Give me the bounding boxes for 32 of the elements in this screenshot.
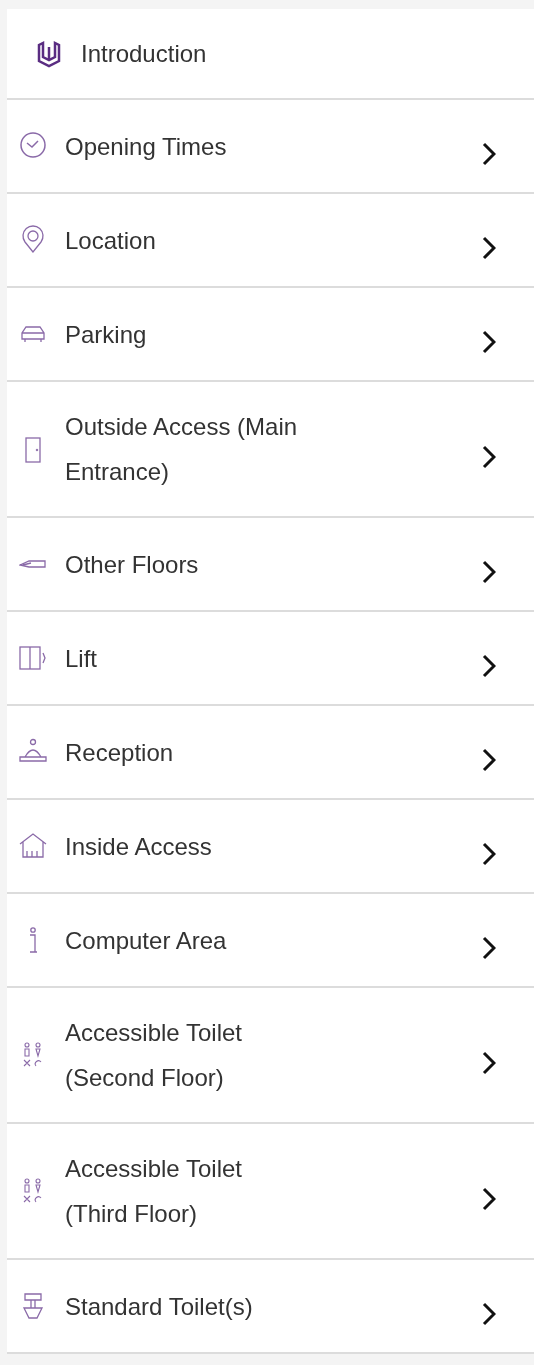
menu-item[interactable]: Location [7, 194, 534, 288]
house-icon [19, 831, 47, 861]
menu-item-label: Inside Access [65, 831, 213, 862]
menu-item[interactable]: Standard Toilet(s) [7, 1260, 534, 1354]
menu-item[interactable]: Lift [7, 612, 534, 706]
menu-item-label: Lift [65, 643, 98, 674]
menu-item-label: Standard Toilet(s) [65, 1291, 254, 1322]
book-icon [35, 38, 63, 69]
menu-item-label: Accessible Toilet (Third Floor) [65, 1154, 243, 1229]
menu-item-label: Accessible Toilet (Second Floor) [65, 1018, 243, 1093]
menu-item[interactable]: Reception [7, 706, 534, 800]
menu-item-label: Parking [65, 319, 148, 350]
menu-item-label: Outside Access (Main Entrance) [65, 412, 299, 487]
map-pin-icon [19, 225, 47, 255]
menu-item[interactable]: Other Floors [7, 518, 534, 612]
menu-item-label: Computer Area [65, 925, 228, 956]
menu-item-label: Opening Times [65, 131, 228, 162]
menu-item[interactable]: Parking [7, 288, 534, 382]
clock-icon [19, 131, 47, 161]
menu-item-label: Introduction [81, 39, 208, 69]
menu-item[interactable]: Inside Access [7, 800, 534, 894]
menu-item[interactable]: Opening Times [7, 100, 534, 194]
menu-item-label: Other Floors [65, 549, 200, 580]
menu-item[interactable]: Accessible Toilet (Second Floor) [7, 988, 534, 1124]
menu-item[interactable]: Accessible Toilet (Third Floor) [7, 1124, 534, 1260]
menu-item[interactable]: Computer Area [7, 894, 534, 988]
menu-item[interactable]: Outside Access (Main Entrance) [7, 382, 534, 518]
info-icon [28, 927, 38, 953]
elevator-icon [19, 643, 47, 673]
menu-item-label: Reception [65, 737, 175, 768]
menu-item-label: Location [65, 225, 157, 256]
menu-item[interactable]: Introduction [7, 9, 534, 100]
